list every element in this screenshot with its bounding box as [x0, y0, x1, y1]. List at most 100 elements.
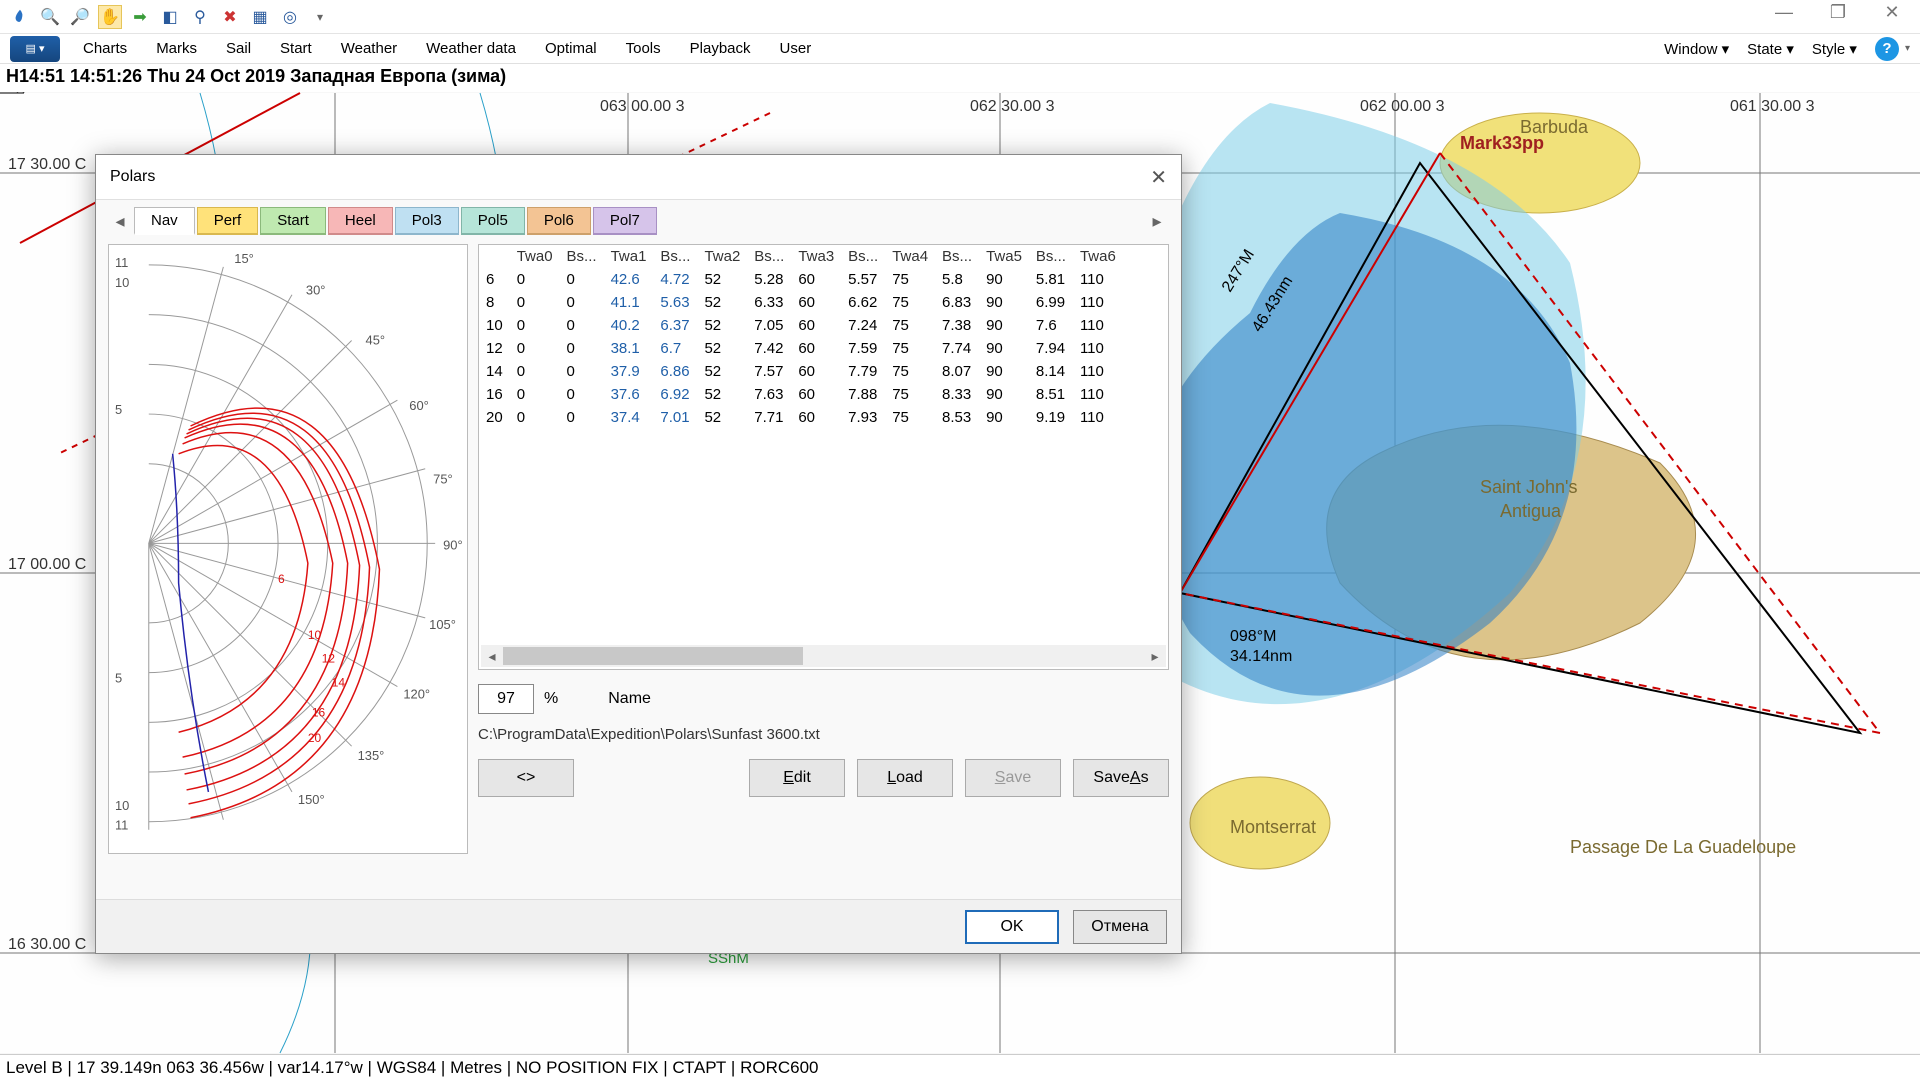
table-row[interactable]: 120038.16.7527.42607.59757.74907.94110: [479, 337, 1123, 360]
table-cell[interactable]: 90: [979, 406, 1029, 429]
table-cell[interactable]: 37.6: [604, 383, 654, 406]
table-cell[interactable]: 110: [1073, 337, 1123, 360]
table-cell[interactable]: 0: [560, 337, 604, 360]
table-cell[interactable]: 0: [560, 383, 604, 406]
table-cell[interactable]: 20: [479, 406, 510, 429]
table-cell[interactable]: 37.4: [604, 406, 654, 429]
table-cell[interactable]: 7.63: [747, 383, 791, 406]
maximize-button[interactable]: ❐: [1816, 2, 1860, 23]
table-cell[interactable]: 4.72: [653, 268, 697, 291]
table-cell[interactable]: 5.57: [841, 268, 885, 291]
table-cell[interactable]: 52: [697, 337, 747, 360]
table-cell[interactable]: 110: [1073, 406, 1123, 429]
plug-icon[interactable]: ⚲: [188, 5, 212, 29]
table-cell[interactable]: 90: [979, 268, 1029, 291]
table-cell[interactable]: 7.94: [1029, 337, 1073, 360]
table-cell[interactable]: 41.1: [604, 291, 654, 314]
table-cell[interactable]: 38.1: [604, 337, 654, 360]
table-cell[interactable]: 52: [697, 383, 747, 406]
table-cell[interactable]: 60: [791, 360, 841, 383]
menu-start[interactable]: Start: [266, 38, 326, 59]
scroll-left-icon[interactable]: ◂: [481, 648, 503, 665]
delete-icon[interactable]: ✖: [218, 5, 242, 29]
zoom-in-icon[interactable]: 🔍: [38, 5, 62, 29]
table-cell[interactable]: 75: [885, 360, 935, 383]
table-cell[interactable]: 5.81: [1029, 268, 1073, 291]
table-cell[interactable]: 40.2: [604, 314, 654, 337]
menu-window[interactable]: Window ▾: [1658, 38, 1735, 60]
menu-marks[interactable]: Marks: [142, 38, 211, 59]
tab-nav[interactable]: Nav: [134, 207, 195, 235]
table-cell[interactable]: 9.19: [1029, 406, 1073, 429]
menu-optimal[interactable]: Optimal: [531, 38, 611, 59]
table-cell[interactable]: 75: [885, 291, 935, 314]
grid-icon[interactable]: ▦: [248, 5, 272, 29]
table-cell[interactable]: 8.14: [1029, 360, 1073, 383]
table-cell[interactable]: 60: [791, 337, 841, 360]
tab-pol6[interactable]: Pol6: [527, 207, 591, 235]
table-cell[interactable]: 7.71: [747, 406, 791, 429]
table-cell[interactable]: 6.86: [653, 360, 697, 383]
table-cell[interactable]: 6: [479, 268, 510, 291]
swap-button[interactable]: <>: [478, 759, 574, 797]
table-cell[interactable]: 52: [697, 314, 747, 337]
target-icon[interactable]: ◎: [278, 5, 302, 29]
app-menu-button[interactable]: ▤ ▾: [10, 36, 60, 62]
table-header[interactable]: Twa4: [885, 245, 935, 268]
table-cell[interactable]: 110: [1073, 314, 1123, 337]
table-cell[interactable]: 7.42: [747, 337, 791, 360]
table-cell[interactable]: 7.01: [653, 406, 697, 429]
table-header[interactable]: Twa0: [510, 245, 560, 268]
table-cell[interactable]: 110: [1073, 360, 1123, 383]
table-cell[interactable]: 5.63: [653, 291, 697, 314]
ok-button[interactable]: OK: [965, 910, 1059, 944]
table-cell[interactable]: 7.6: [1029, 314, 1073, 337]
tab-pol3[interactable]: Pol3: [395, 207, 459, 235]
polar-table[interactable]: Twa0Bs...Twa1Bs...Twa2Bs...Twa3Bs...Twa4…: [478, 244, 1169, 670]
table-cell[interactable]: 8.07: [935, 360, 979, 383]
table-cell[interactable]: 6.7: [653, 337, 697, 360]
table-row[interactable]: 200037.47.01527.71607.93758.53909.19110: [479, 406, 1123, 429]
table-cell[interactable]: 0: [560, 268, 604, 291]
table-header[interactable]: [479, 245, 510, 268]
tab-heel[interactable]: Heel: [328, 207, 393, 235]
arrow-right-icon[interactable]: ➡: [128, 5, 152, 29]
table-row[interactable]: 60042.64.72525.28605.57755.8905.81110: [479, 268, 1123, 291]
table-cell[interactable]: 8.33: [935, 383, 979, 406]
toolbar-expand-icon[interactable]: ▾: [308, 5, 332, 29]
tabs-scroll-left-icon[interactable]: ◂: [108, 211, 132, 232]
table-header[interactable]: Bs...: [747, 245, 791, 268]
table-cell[interactable]: 52: [697, 360, 747, 383]
table-cell[interactable]: 37.9: [604, 360, 654, 383]
table-header[interactable]: Twa3: [791, 245, 841, 268]
table-row[interactable]: 80041.15.63526.33606.62756.83906.99110: [479, 291, 1123, 314]
table-header[interactable]: Twa5: [979, 245, 1029, 268]
table-cell[interactable]: 12: [479, 337, 510, 360]
table-cell[interactable]: 0: [510, 360, 560, 383]
table-row[interactable]: 160037.66.92527.63607.88758.33908.51110: [479, 383, 1123, 406]
table-cell[interactable]: 0: [560, 291, 604, 314]
tab-pol7[interactable]: Pol7: [593, 207, 657, 235]
zoom-out-icon[interactable]: 🔎: [68, 5, 92, 29]
table-cell[interactable]: 0: [510, 268, 560, 291]
tab-start[interactable]: Start: [260, 207, 326, 235]
help-icon[interactable]: ?: [1875, 37, 1899, 61]
table-cell[interactable]: 7.05: [747, 314, 791, 337]
table-cell[interactable]: 110: [1073, 383, 1123, 406]
table-header[interactable]: Bs...: [1029, 245, 1073, 268]
menu-charts[interactable]: Charts: [69, 38, 141, 59]
saveas-button[interactable]: Save As: [1073, 759, 1169, 797]
table-cell[interactable]: 60: [791, 268, 841, 291]
table-cell[interactable]: 60: [791, 406, 841, 429]
table-cell[interactable]: 0: [560, 314, 604, 337]
table-cell[interactable]: 5.8: [935, 268, 979, 291]
table-cell[interactable]: 52: [697, 406, 747, 429]
table-cell[interactable]: 52: [697, 291, 747, 314]
table-cell[interactable]: 0: [510, 291, 560, 314]
table-cell[interactable]: 6.99: [1029, 291, 1073, 314]
menu-weather-data[interactable]: Weather data: [412, 38, 530, 59]
table-cell[interactable]: 7.59: [841, 337, 885, 360]
table-cell[interactable]: 7.57: [747, 360, 791, 383]
menu-sail[interactable]: Sail: [212, 38, 265, 59]
table-cell[interactable]: 8.53: [935, 406, 979, 429]
